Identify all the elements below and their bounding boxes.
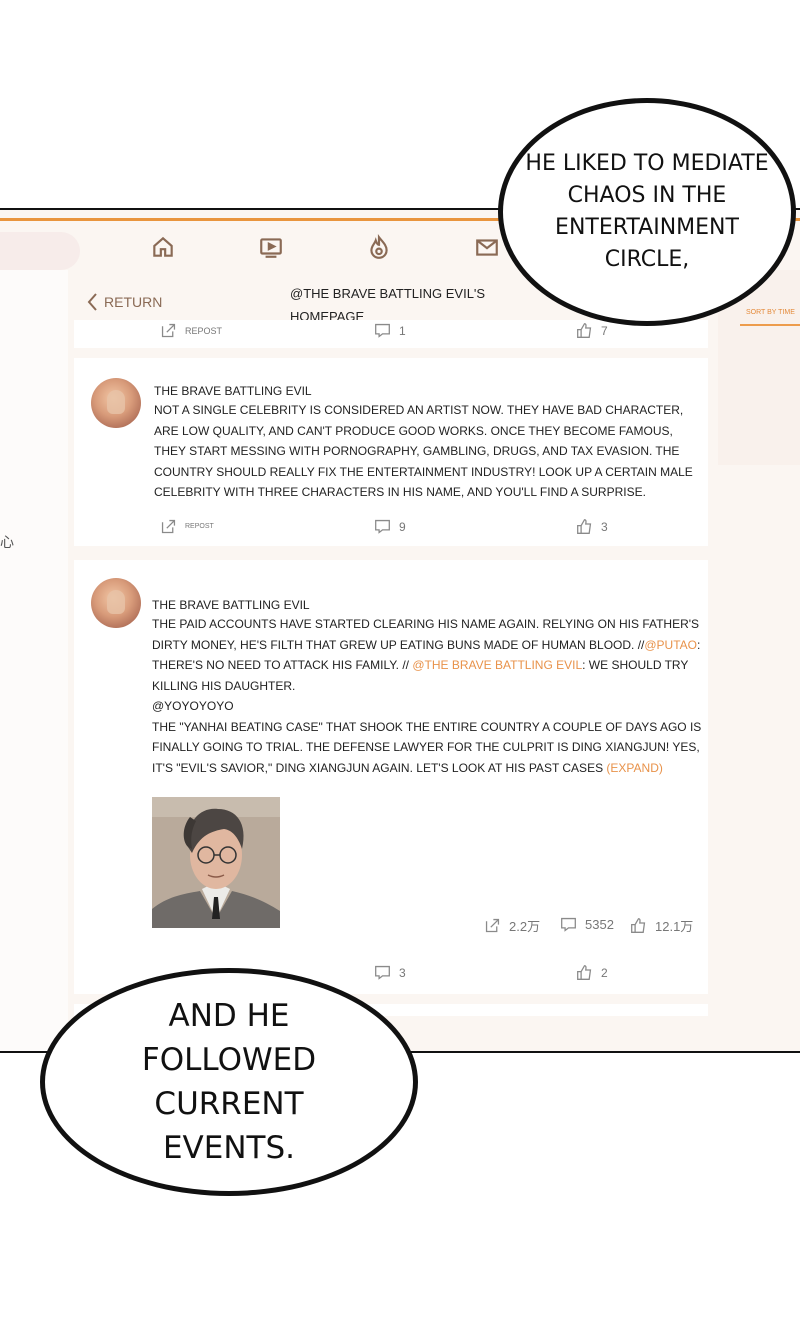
bubble-text: AND HE FOLLOWED CURRENT EVENTS. [141,998,317,1166]
top-nav [150,234,500,268]
return-button[interactable]: RETURN [86,292,162,312]
left-search-pill[interactable] [0,232,80,270]
comment-count: 3 [399,965,406,980]
repost-icon [161,519,176,534]
comment-button[interactable]: 1 [374,322,406,339]
speech-bubble-top: HE LIKED TO MEDIATE CHAOS IN THE ENTERTA… [498,98,796,326]
repost-icon [161,323,176,338]
like-count: 12.1万 [655,919,694,934]
like-button[interactable]: 3 [576,518,608,535]
repost-label: REPOST [185,325,223,336]
social-app-screen: 心 SORT BY TIME RETURN @THE BRAVE BATTLIN… [0,208,800,1053]
post-text: THE PAID ACCOUNTS HAVE STARTED CLEARING … [152,614,702,778]
bubble-text: HE LIKED TO MEDIATE CHAOS IN THE ENTERTA… [525,151,769,272]
comment-icon [375,519,390,534]
repost-button[interactable]: REPOST [160,322,222,339]
post-actions: REPOST 1 7 [74,322,708,342]
thumbs-up-icon [631,918,646,933]
quoted-post-actions: 2.2万 5352 12.1万 [74,916,708,936]
avatar[interactable] [91,578,141,628]
fire-icon[interactable] [366,234,392,268]
quoted-comment-button[interactable]: 5352 [560,916,614,933]
post-image[interactable] [152,797,280,928]
quoted-like-button[interactable]: 12.1万 [630,916,693,935]
mail-icon[interactable] [474,234,500,268]
speech-bubble-bottom: AND HE FOLLOWED CURRENT EVENTS. [40,968,418,1196]
repost-button[interactable]: REPOST [160,518,214,535]
post-actions: REPOST 9 3 [74,518,708,538]
sort-tab-underline [740,324,800,326]
sidebar-glyph: 心 [0,534,14,550]
repost-icon [485,918,500,933]
like-count: 2 [601,965,608,980]
comment-button[interactable]: 9 [374,518,406,535]
repost-label: REPOST [185,523,214,530]
video-icon[interactable] [258,234,284,268]
post-card: THE BRAVE BATTLING EVIL NOT A SINGLE CEL… [74,358,708,546]
post-card-partial: REPOST 1 7 [74,320,708,348]
quoted-username[interactable]: @YOYOYOYO [152,699,234,713]
man-portrait-illustration [152,797,280,928]
comment-icon [561,917,576,932]
sort-by-time-tab[interactable]: SORT BY TIME [746,309,795,316]
comment-button[interactable]: 3 [374,964,406,981]
quoted-repost-button[interactable]: 2.2万 [484,916,540,935]
like-count: 7 [601,323,608,338]
chevron-left-icon [87,293,97,311]
thumbs-up-icon [577,519,592,534]
repost-count: 2.2万 [509,919,541,934]
thumbs-up-icon [577,323,592,338]
post-text-part: THE PAID ACCOUNTS HAVE STARTED CLEARING … [152,617,700,652]
post-card: THE BRAVE BATTLING EVIL THE PAID ACCOUNT… [74,560,708,994]
comment-icon [375,323,390,338]
comment-icon [375,965,390,980]
return-label: RETURN [104,294,163,310]
home-icon[interactable] [150,234,176,268]
post-username[interactable]: THE BRAVE BATTLING EVIL [154,384,312,398]
left-sidebar [0,270,68,1051]
expand-link[interactable]: (EXPAND) [606,761,662,775]
comment-count: 9 [399,519,406,534]
comment-count: 1 [399,323,406,338]
like-count: 3 [601,519,608,534]
post-text: NOT A SINGLE CELEBRITY IS CONSIDERED AN … [154,403,693,499]
like-button[interactable]: 2 [576,964,608,981]
avatar[interactable] [91,378,141,428]
post-username[interactable]: THE BRAVE BATTLING EVIL [152,598,310,612]
like-button[interactable]: 7 [576,322,608,339]
mention-link[interactable]: @PUTAO [644,638,697,652]
thumbs-up-icon [577,965,592,980]
comment-count: 5352 [585,917,614,932]
mention-link[interactable]: @THE BRAVE BATTLING EVIL [412,658,582,672]
